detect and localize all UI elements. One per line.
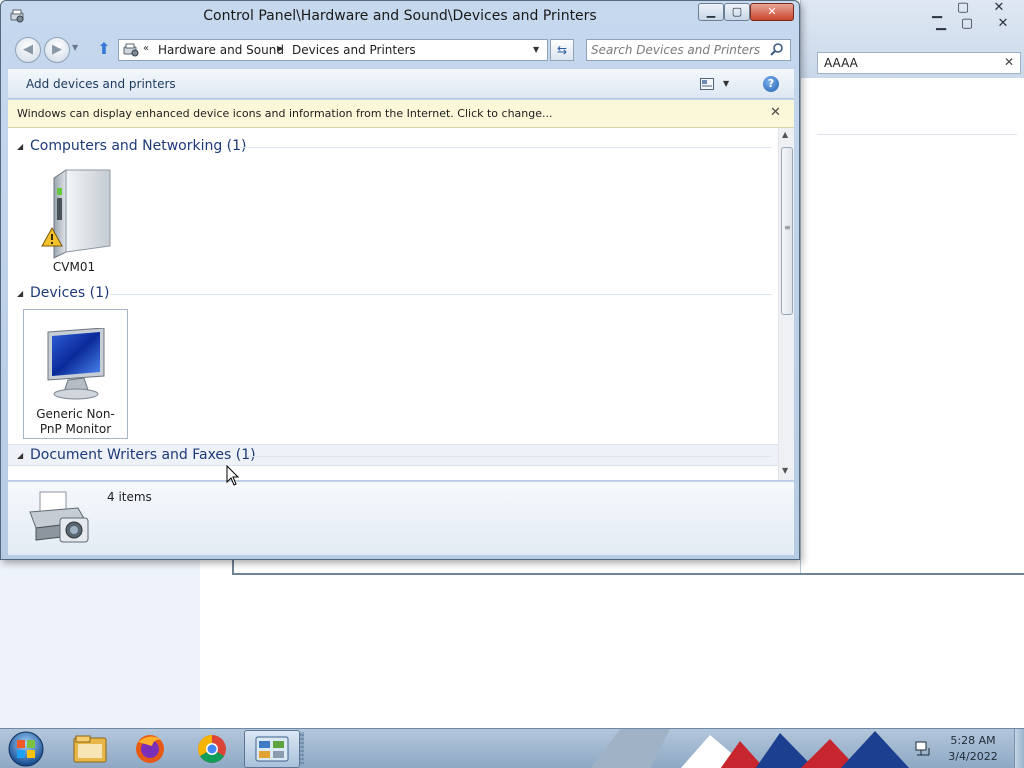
show-desktop-button[interactable] [1014, 729, 1024, 768]
information-bar-text[interactable]: Windows can display enhanced device icon… [17, 107, 553, 120]
collapse-toggle-icon[interactable]: ◢ [17, 142, 23, 151]
group-title: Document Writers and Faxes (1) [30, 447, 256, 463]
item-count: 4 items [107, 490, 152, 504]
up-level-button[interactable]: ⬆ [95, 39, 113, 59]
group-divider [110, 294, 772, 295]
help-icon[interactable]: ? [763, 76, 779, 92]
folder-icon [73, 735, 107, 763]
scroll-down-arrow[interactable]: ▼ [782, 466, 788, 475]
group-devices[interactable]: ◢ Devices (1) [8, 283, 778, 305]
refresh-button[interactable]: ⇆ [550, 39, 574, 61]
devices-content-area: ◢ Computers and Networking (1) CVM01 ◢ D… [8, 128, 794, 480]
vertical-scrollbar[interactable]: ▲ ≡ ▼ [778, 128, 794, 480]
background-search-value: AAAA [824, 56, 858, 70]
group-divider [248, 456, 772, 457]
start-button[interactable] [2, 730, 50, 768]
breadcrumb-overflow-chevron[interactable]: « [143, 43, 149, 54]
taskbar-separator [300, 732, 304, 766]
device-cvm01[interactable]: CVM01 [26, 164, 122, 276]
devices-and-printers-window: Control Panel\Hardware and Sound\Devices… [0, 0, 800, 560]
information-bar[interactable]: Windows can display enhanced device icon… [8, 100, 794, 128]
background-clear-search-icon[interactable]: ✕ [1004, 55, 1014, 69]
background-inner-close-button[interactable]: ✕ [991, 16, 1015, 32]
taskbar-control-panel[interactable] [244, 730, 300, 768]
printer-camera-icon [29, 491, 89, 543]
background-close-button[interactable]: ✕ [987, 0, 1011, 16]
search-box[interactable] [586, 39, 791, 61]
clock-time[interactable]: 5:28 AM [935, 734, 1011, 747]
background-window-border [232, 560, 1024, 575]
search-input[interactable] [591, 42, 761, 58]
taskbar-windows-explorer[interactable] [62, 730, 118, 768]
breadcrumb-devices-and-printers[interactable]: Devices and Printers [292, 43, 416, 57]
recent-pages-dropdown[interactable]: ▼ [72, 43, 78, 52]
view-options-dropdown[interactable]: ▼ [723, 79, 729, 88]
scrollbar-thumb[interactable]: ≡ [781, 147, 793, 315]
control-panel-icon [255, 736, 289, 762]
clock-date[interactable]: 3/4/2022 [935, 750, 1011, 763]
background-navigation-pane [0, 560, 200, 728]
breadcrumb-separator-chevron[interactable]: ▶ [277, 44, 283, 53]
search-icon[interactable] [769, 42, 785, 58]
background-search-input[interactable]: AAAA ✕ [817, 52, 1021, 74]
background-window-titlebar: ▁ ▢ ✕ ▁ ▢ ✕ AAAA ✕ [801, 0, 1024, 78]
device-generic-monitor[interactable]: Generic Non-PnP Monitor [23, 309, 128, 439]
add-devices-button[interactable]: Add devices and printers [26, 77, 176, 91]
address-dropdown-button[interactable]: ▼ [533, 45, 539, 54]
group-document-writers-and-faxes[interactable]: ◢ Document Writers and Faxes (1) [8, 444, 778, 466]
background-divider [817, 134, 1017, 135]
devices-printers-icon [123, 43, 139, 57]
information-bar-close-icon[interactable]: ✕ [770, 105, 781, 120]
back-button[interactable]: ◀ [15, 37, 41, 63]
background-maximize-button[interactable]: ▢ [951, 0, 975, 16]
address-bar[interactable]: « Hardware and Sound ▶ Devices and Print… [118, 39, 548, 61]
wallpaper-glimpse [590, 729, 910, 768]
background-inner-minimize-button[interactable]: ▁ [929, 16, 953, 32]
details-pane: 4 items [8, 481, 794, 555]
forward-button[interactable]: ▶ [44, 37, 70, 63]
firefox-icon [136, 735, 164, 763]
scroll-up-arrow[interactable]: ▲ [782, 130, 788, 139]
change-view-icon[interactable] [700, 78, 714, 90]
device-label: Generic Non-PnP Monitor [36, 407, 115, 436]
mouse-cursor-icon [226, 465, 240, 486]
close-button[interactable]: ✕ [750, 3, 794, 21]
command-bar: Add devices and printers ▼ ? [8, 68, 794, 99]
network-icon[interactable] [914, 740, 932, 758]
collapse-toggle-icon[interactable]: ◢ [17, 451, 23, 460]
device-label: CVM01 [52, 260, 96, 274]
taskbar: 5:28 AM 3/4/2022 [0, 728, 1024, 768]
window-titlebar[interactable]: Control Panel\Hardware and Sound\Devices… [1, 1, 799, 33]
group-title: Devices (1) [30, 285, 110, 301]
breadcrumb-hardware-and-sound[interactable]: Hardware and Sound [158, 43, 284, 57]
maximize-button[interactable]: ▢ [724, 3, 750, 21]
computer-icon [41, 169, 111, 259]
taskbar-firefox[interactable] [122, 730, 178, 768]
group-computers-and-networking[interactable]: ◢ Computers and Networking (1) [8, 136, 778, 158]
group-title: Computers and Networking (1) [30, 138, 247, 154]
monitor-icon [47, 328, 105, 400]
taskbar-chrome[interactable] [184, 730, 240, 768]
background-inner-maximize-button[interactable]: ▢ [955, 16, 979, 32]
scrollbar-grip-icon: ≡ [784, 223, 791, 232]
chrome-icon [198, 735, 226, 763]
window-title: Control Panel\Hardware and Sound\Devices… [203, 8, 597, 24]
background-window: ▁ ▢ ✕ ▁ ▢ ✕ AAAA ✕ [800, 0, 1024, 575]
collapse-toggle-icon[interactable]: ◢ [17, 289, 23, 298]
minimize-button[interactable]: ▁ [698, 3, 724, 21]
group-divider [240, 147, 772, 148]
